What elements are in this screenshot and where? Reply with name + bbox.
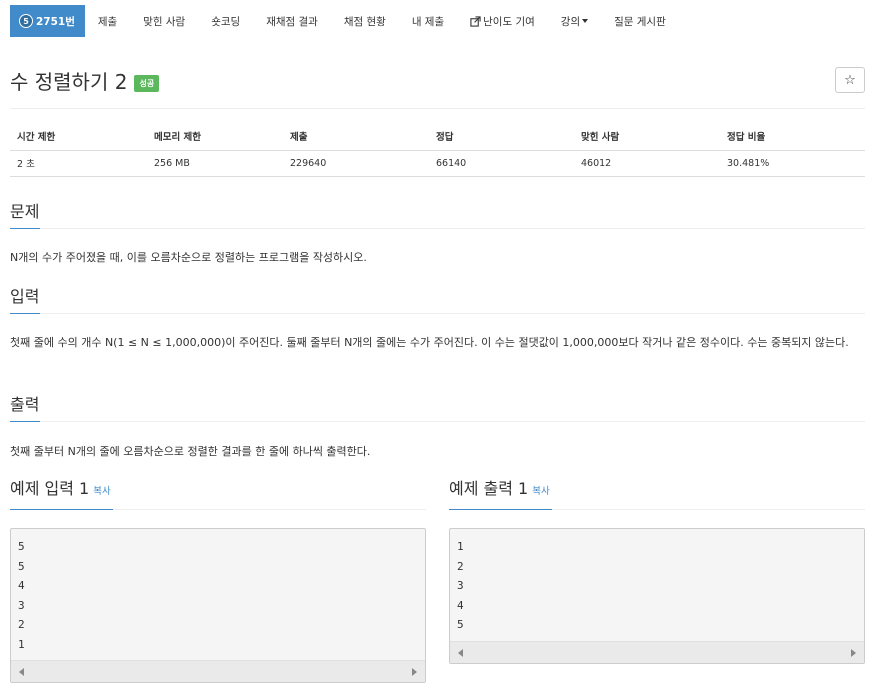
nav-lectures-label: 강의	[560, 15, 581, 28]
sample-input-header: 예제 입력 1 복사	[10, 478, 426, 510]
nav-question-board[interactable]: 질문 게시판	[601, 5, 679, 37]
cell-time-limit: 2 초	[10, 150, 147, 177]
output-section-header: 출력	[10, 395, 865, 422]
nav-short-coding[interactable]: 숏코딩	[198, 5, 253, 37]
tier-badge-icon: 5	[19, 14, 33, 28]
sample-input-heading: 예제 입력 1 복사	[10, 478, 113, 510]
sample-output-box[interactable]: 1 2 3 4 5	[449, 528, 865, 664]
nav-rejudge-results[interactable]: 재채점 결과	[253, 5, 331, 37]
cell-submissions: 229640	[283, 150, 429, 177]
nav-status[interactable]: 채점 현황	[331, 5, 399, 37]
sample-input-box[interactable]: 5 5 4 3 2 1	[10, 528, 426, 683]
cell-solvers: 46012	[574, 150, 720, 177]
copy-sample-input-link[interactable]: 복사	[93, 486, 110, 497]
header-submissions: 제출	[283, 122, 429, 151]
header-memory-limit: 메모리 제한	[147, 122, 283, 151]
header-solvers: 맞힌 사람	[574, 122, 720, 151]
copy-sample-output-link[interactable]: 복사	[532, 486, 549, 497]
nav-solvers[interactable]: 맞힌 사람	[130, 5, 198, 37]
favorite-star-button[interactable]: ☆	[835, 67, 865, 93]
sample-output-content: 1 2 3 4 5	[450, 529, 864, 643]
scroll-left-arrow-icon[interactable]	[19, 668, 24, 676]
table-row: 2 초 256 MB 229640 66140 46012 30.481%	[10, 150, 865, 177]
output-heading: 출력	[10, 395, 41, 422]
sample-input-line: 4	[18, 579, 25, 592]
nav-lectures-dropdown[interactable]: 강의	[548, 5, 601, 37]
output-description: 첫째 줄부터 N개의 줄에 오름차순으로 정렬한 결과를 한 줄에 하나씩 출력…	[10, 445, 371, 458]
sample-output-scrollbar[interactable]	[450, 641, 864, 663]
problem-number-label: 2751번	[36, 15, 75, 28]
problem-nav: 5 2751번 제출 맞힌 사람 숏코딩 재채점 결과 채점 현황 내 제출 난…	[10, 5, 679, 37]
header-accepted: 정답	[429, 122, 574, 151]
input-heading: 입력	[10, 287, 41, 314]
nav-my-submissions[interactable]: 내 제출	[399, 5, 457, 37]
sample-output-line: 3	[457, 579, 464, 592]
header-accept-ratio: 정답 비율	[720, 122, 865, 151]
sample-input-line: 5	[18, 559, 25, 573]
page-title: 수 정렬하기 2	[10, 70, 128, 94]
sample-input-line: 2	[18, 618, 25, 631]
problem-section-header: 문제	[10, 202, 865, 229]
input-section-header: 입력	[10, 287, 865, 314]
cell-accepted: 66140	[429, 150, 574, 177]
nav-submit[interactable]: 제출	[85, 5, 130, 37]
table-header-row: 시간 제한 메모리 제한 제출 정답 맞힌 사람 정답 비율	[10, 122, 865, 151]
sample-output-heading: 예제 출력 1 복사	[449, 478, 552, 510]
scroll-right-arrow-icon[interactable]	[412, 668, 417, 676]
sample-input-scrollbar[interactable]	[11, 660, 425, 682]
sample-output-header: 예제 출력 1 복사	[449, 478, 865, 510]
sample-output-line: 1	[457, 540, 464, 553]
header-time-limit: 시간 제한	[10, 122, 147, 151]
input-description: 첫째 줄에 수의 개수 N(1 ≤ N ≤ 1,000,000)이 주어진다. …	[10, 336, 849, 349]
star-icon: ☆	[844, 72, 856, 88]
sample-output-line: 5	[457, 618, 464, 631]
nav-difficulty-contribution[interactable]: 난이도 기여	[457, 5, 548, 37]
title-divider	[10, 108, 865, 109]
caret-down-icon	[582, 19, 589, 23]
nav-problem-number[interactable]: 5 2751번	[10, 5, 85, 37]
sample-output-panel: 예제 출력 1 복사 1 2 3 4 5	[449, 478, 865, 664]
sample-output-line: 2	[457, 559, 464, 573]
sample-input-line: 1	[18, 637, 25, 651]
problem-info-table: 시간 제한 메모리 제한 제출 정답 맞힌 사람 정답 비율 2 초 256 M…	[10, 122, 865, 177]
success-badge: 성공	[134, 75, 160, 92]
scroll-right-arrow-icon[interactable]	[851, 649, 856, 657]
sample-input-panel: 예제 입력 1 복사 5 5 4 3 2 1	[10, 478, 426, 683]
sample-input-line: 3	[18, 598, 25, 612]
nav-difficulty-label: 난이도 기여	[483, 15, 535, 28]
sample-output-title: 예제 출력 1	[449, 479, 529, 498]
sample-input-line: 5	[18, 540, 25, 553]
external-link-icon	[470, 15, 481, 27]
title-row: 수 정렬하기 2 성공	[10, 66, 160, 95]
sample-output-line: 4	[457, 598, 464, 612]
sample-input-content: 5 5 4 3 2 1	[11, 529, 425, 662]
cell-memory-limit: 256 MB	[147, 150, 283, 177]
scroll-left-arrow-icon[interactable]	[458, 649, 463, 657]
sample-input-title: 예제 입력 1	[10, 479, 90, 498]
problem-heading: 문제	[10, 202, 41, 229]
cell-accept-ratio: 30.481%	[720, 150, 865, 177]
problem-description: N개의 수가 주어졌을 때, 이를 오름차순으로 정렬하는 프로그램을 작성하시…	[10, 251, 367, 264]
